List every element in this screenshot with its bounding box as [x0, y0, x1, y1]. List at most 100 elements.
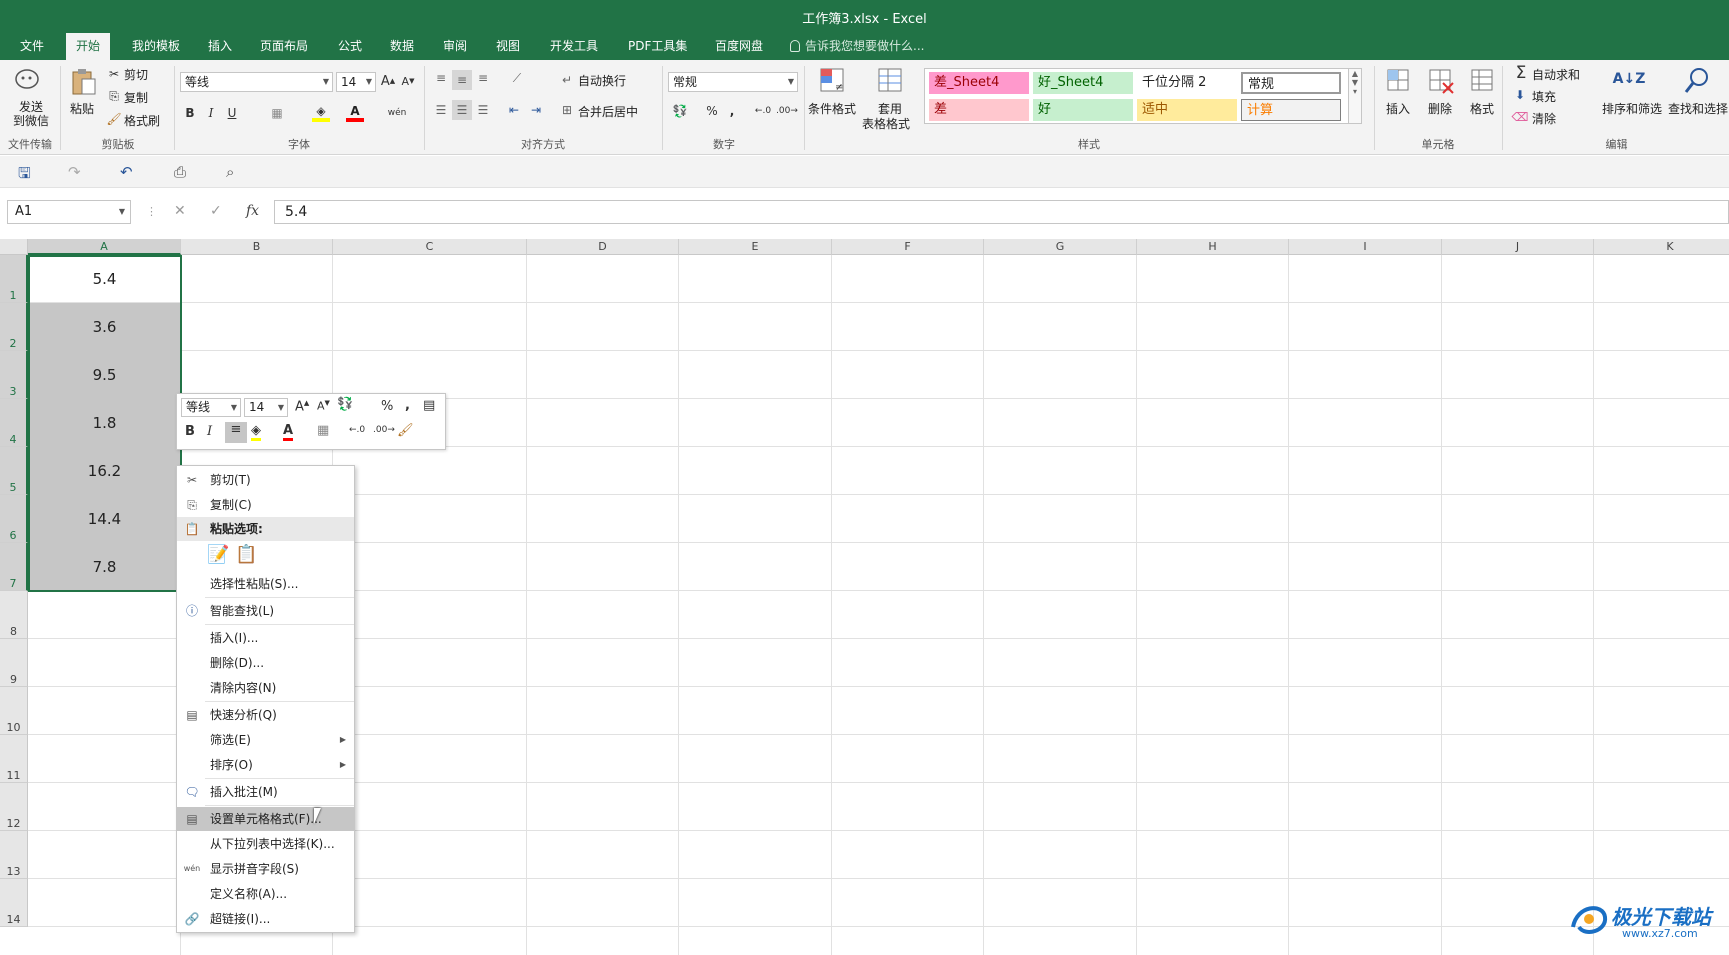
format-painter-icon[interactable]: 🖌	[397, 423, 414, 438]
tab-formulas[interactable]: 公式	[328, 33, 372, 60]
table-format-icon[interactable]	[876, 66, 906, 96]
merge-center-button[interactable]: 合并后居中	[578, 103, 638, 120]
paste-formatting-icon[interactable]: 📝	[207, 544, 229, 568]
column-header-b[interactable]: B	[181, 239, 333, 255]
menu-item-sort[interactable]: 排序(O) ▶	[177, 753, 354, 777]
styles-scroll[interactable]: ▲ ▼ ▾	[1348, 68, 1362, 124]
align-center-icon[interactable]: ☰	[452, 100, 472, 120]
send-to-wechat-label[interactable]: 发送 到微信	[13, 100, 49, 128]
increase-font-icon[interactable]: A▲	[295, 399, 309, 414]
menu-item-smart-lookup[interactable]: ⓘ 智能查找(L)	[177, 599, 354, 623]
style-neutral[interactable]: 适中	[1137, 99, 1237, 121]
tab-review[interactable]: 审阅	[433, 33, 477, 60]
tab-home[interactable]: 开始	[66, 33, 111, 60]
decrease-indent-icon[interactable]: ⇤	[505, 100, 523, 120]
find-select-button[interactable]: 查找和选择	[1668, 100, 1728, 117]
column-header-g[interactable]: G	[984, 239, 1137, 255]
function-icon[interactable]: fx	[246, 203, 259, 219]
row-header-11[interactable]: 11	[0, 735, 28, 783]
sort-filter-icon[interactable]: A↓Z	[1613, 64, 1646, 94]
enter-icon[interactable]: ✓	[210, 203, 222, 219]
underline-icon[interactable]: U	[224, 104, 240, 122]
bold-icon[interactable]: B	[182, 104, 198, 122]
style-good-sheet4[interactable]: 好_Sheet4	[1033, 72, 1133, 94]
tab-page-layout[interactable]: 页面布局	[250, 33, 318, 60]
comma-icon[interactable]: ,	[405, 398, 410, 413]
column-header-d[interactable]: D	[527, 239, 679, 255]
clear-button[interactable]: 清除	[1532, 110, 1556, 127]
increase-indent-icon[interactable]: ⇥	[527, 100, 545, 120]
row-header-7[interactable]: 7	[0, 543, 28, 591]
menu-item-insert-comment[interactable]: 🗨 插入批注(M)	[177, 780, 354, 804]
format-cells-button[interactable]: 格式	[1470, 100, 1494, 117]
redo-icon[interactable]: ↷	[68, 163, 81, 181]
cell-a5[interactable]: 16.2	[28, 447, 181, 495]
decrease-decimal-icon[interactable]: .00→	[776, 102, 798, 120]
decrease-decimal-icon[interactable]: .00→	[373, 425, 395, 435]
menu-item-format-cells[interactable]: ▤ 设置单元格格式(F)...	[177, 807, 354, 831]
column-header-j[interactable]: J	[1442, 239, 1594, 255]
paste-icon[interactable]: 📋	[235, 544, 257, 568]
name-box[interactable]: A1 ▼	[7, 200, 131, 224]
copy-button[interactable]: 复制	[124, 89, 148, 106]
style-comma-2[interactable]: 千位分隔 2	[1137, 72, 1237, 94]
style-normal[interactable]: 常规	[1241, 72, 1341, 94]
align-center-icon[interactable]: ≡	[225, 422, 247, 443]
table-format-label-2[interactable]: 表格格式	[862, 115, 910, 132]
row-header-13[interactable]: 13	[0, 831, 28, 879]
paste-icon[interactable]	[68, 66, 98, 96]
fill-color-icon[interactable]: ◈	[251, 423, 261, 441]
row-header-9[interactable]: 9	[0, 639, 28, 687]
cell-a3[interactable]: 9.5	[28, 351, 181, 399]
number-format-select[interactable]: 常规 ▼	[668, 72, 798, 92]
font-size-select[interactable]: 14 ▼	[336, 72, 376, 92]
delete-cells-button[interactable]: 删除	[1428, 100, 1452, 117]
menu-item-phonetic[interactable]: wén 显示拼音字段(S)	[177, 857, 354, 881]
column-header-a[interactable]: A	[28, 239, 181, 255]
fill-button[interactable]: 填充	[1532, 88, 1556, 105]
row-header-1[interactable]: 1	[0, 255, 28, 303]
tell-me-box[interactable]: 告诉我您想要做什么...	[790, 33, 924, 60]
cancel-icon[interactable]: ✕	[174, 203, 186, 219]
currency-icon[interactable]: 💱	[670, 102, 690, 120]
style-bad-sheet4[interactable]: 差_Sheet4	[929, 72, 1029, 94]
font-name-select[interactable]: 等线 ▼	[180, 72, 333, 92]
style-bad[interactable]: 差	[929, 99, 1029, 121]
insert-cells-icon[interactable]	[1384, 66, 1414, 96]
autosum-button[interactable]: 自动求和	[1532, 66, 1580, 83]
tab-my-templates[interactable]: 我的模板	[122, 33, 190, 60]
menu-item-hyperlink[interactable]: 🔗 超链接(I)...	[177, 907, 354, 931]
column-header-k[interactable]: K	[1594, 239, 1729, 255]
menu-item-insert[interactable]: 插入(I)...	[177, 626, 354, 650]
row-header-5[interactable]: 5	[0, 447, 28, 495]
phonetic-icon[interactable]: wén	[388, 104, 407, 122]
row-header-8[interactable]: 8	[0, 591, 28, 639]
borders-icon[interactable]: ▦	[317, 423, 329, 438]
save-icon[interactable]: 🖫	[18, 163, 31, 188]
italic-icon[interactable]: I	[207, 424, 212, 439]
tab-data[interactable]: 数据	[380, 33, 424, 60]
percent-icon[interactable]: %	[704, 102, 720, 120]
conditional-format-button[interactable]: 条件格式	[808, 100, 856, 117]
formula-input[interactable]: 5.4	[274, 200, 1729, 224]
zoom-preview-icon[interactable]: ⌕	[226, 163, 234, 181]
style-good[interactable]: 好	[1033, 99, 1133, 121]
italic-icon[interactable]: I	[203, 104, 219, 122]
tab-pdf-tools[interactable]: PDF工具集	[618, 33, 697, 60]
row-header-4[interactable]: 4	[0, 399, 28, 447]
mini-font-size-select[interactable]: 14 ▼	[244, 398, 288, 417]
align-top-icon[interactable]: ≡	[432, 70, 450, 86]
decrease-font-icon[interactable]: A▼	[400, 72, 416, 90]
select-all-corner[interactable]	[0, 239, 28, 255]
font-color-icon[interactable]: A	[283, 423, 294, 441]
font-color-icon[interactable]: A	[346, 104, 364, 122]
row-header-3[interactable]: 3	[0, 351, 28, 399]
column-header-e[interactable]: E	[679, 239, 832, 255]
paste-button[interactable]: 粘贴	[70, 100, 94, 117]
conditional-format-icon[interactable]: ≠	[818, 66, 848, 96]
borders-icon[interactable]: ▦	[268, 104, 286, 122]
column-header-f[interactable]: F	[832, 239, 984, 255]
currency-icon[interactable]: 💱	[337, 397, 353, 412]
format-cells-icon[interactable]	[1468, 66, 1498, 96]
align-right-icon[interactable]: ☰	[474, 100, 492, 120]
